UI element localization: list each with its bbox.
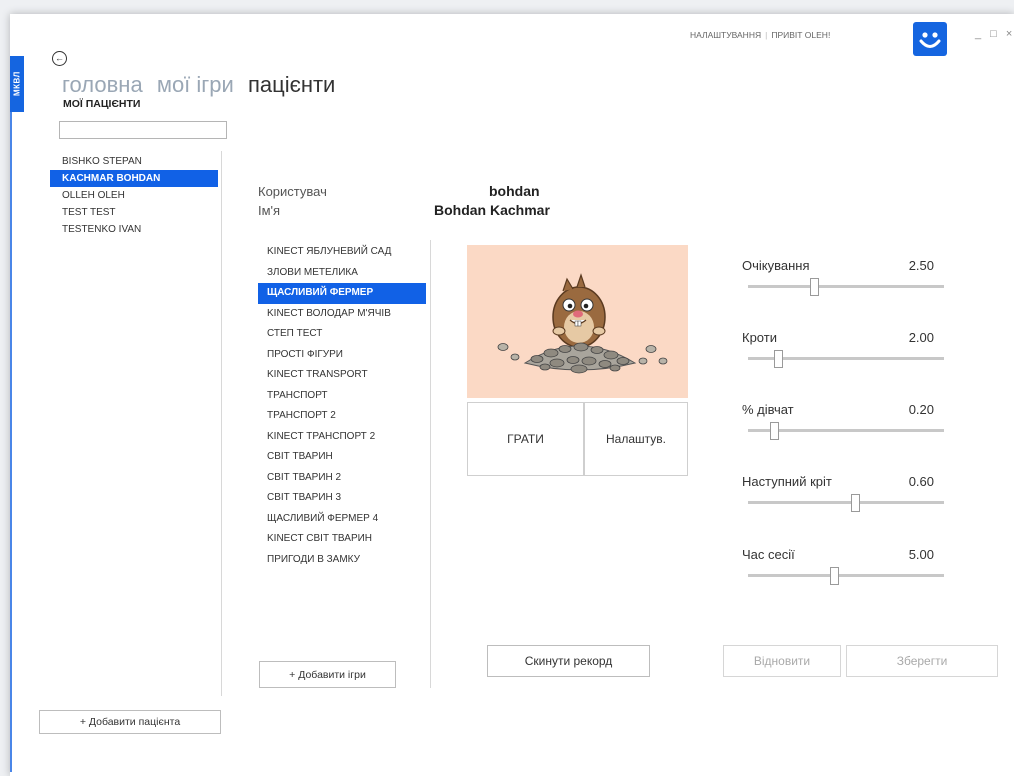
- patient-item[interactable]: TEST TEST: [50, 204, 218, 221]
- param-label: Час сесії: [742, 547, 795, 562]
- back-arrow-icon[interactable]: ←: [52, 51, 67, 66]
- app-window: МКВЛ НАЛАШТУВАННЯ | ПРИВІТ OLEH! _ □ × ← г…: [10, 14, 1014, 776]
- add-patient-button[interactable]: + Добавити пацієнта: [39, 710, 221, 734]
- games-divider: [430, 240, 431, 688]
- greeting-text: ПРИВІТ OLEH!: [771, 30, 831, 40]
- nav-my-games[interactable]: мої ігри: [157, 72, 234, 97]
- name-value: Bohdan Kachmar: [434, 202, 550, 218]
- param-waiting: Очікування 2.50: [742, 258, 946, 302]
- slider-track[interactable]: [748, 574, 944, 577]
- top-links: НАЛАШТУВАННЯ | ПРИВІТ OLEH!: [690, 30, 830, 40]
- reset-record-button[interactable]: Скинути рекорд: [487, 645, 650, 677]
- game-item[interactable]: СВІТ ТВАРИН 2: [258, 468, 426, 489]
- param-value: 0.60: [908, 474, 934, 489]
- param-label: Наступний кріт: [742, 474, 832, 489]
- save-button[interactable]: Зберегти: [846, 645, 998, 677]
- patient-list: BISHKO STEPAN KACHMAR BOHDAN OLLEH OLEH …: [50, 153, 218, 238]
- game-item[interactable]: KINECT ВОЛОДАР М'ЯЧІВ: [258, 304, 426, 325]
- patient-item-selected[interactable]: KACHMAR BOHDAN: [50, 170, 218, 187]
- slider-thumb[interactable]: [770, 422, 780, 440]
- game-item[interactable]: СВІТ ТВАРИН 3: [258, 488, 426, 509]
- main-nav: головна мої ігри пацієнти: [62, 72, 343, 98]
- slider-track[interactable]: [748, 285, 944, 288]
- patient-item[interactable]: BISHKO STEPAN: [50, 153, 218, 170]
- game-item[interactable]: KINECT TRANSPORT: [258, 365, 426, 386]
- slider-thumb[interactable]: [774, 350, 784, 368]
- top-links-separator: |: [765, 30, 768, 40]
- patient-search-input[interactable]: [59, 121, 227, 139]
- name-label: Ім'я: [258, 203, 281, 218]
- slider-track[interactable]: [748, 501, 944, 504]
- param-label: % дівчат: [742, 402, 794, 417]
- smiley-logo-icon: [913, 22, 947, 56]
- patient-item[interactable]: OLLEH OLEH: [50, 187, 218, 204]
- game-preview-image: [467, 245, 688, 398]
- game-item[interactable]: ПРОСТІ ФІГУРИ: [258, 345, 426, 366]
- param-label: Кроти: [742, 330, 777, 345]
- game-settings-button[interactable]: Налаштув.: [584, 402, 688, 476]
- game-item[interactable]: ЩАСЛИВИЙ ФЕРМЕР 4: [258, 509, 426, 530]
- patient-item[interactable]: TESTENKO IVAN: [50, 221, 218, 238]
- game-item[interactable]: СТЕП ТЕСТ: [258, 324, 426, 345]
- game-list: KINECT ЯБЛУНЕВИЙ САД ЗЛОВИ МЕТЕЛИКА ЩАСЛ…: [258, 242, 426, 570]
- param-session-time: Час сесії 5.00: [742, 547, 946, 591]
- param-moles: Кроти 2.00: [742, 330, 946, 374]
- play-button[interactable]: ГРАТИ: [467, 402, 584, 476]
- settings-link[interactable]: НАЛАШТУВАННЯ: [690, 30, 761, 40]
- game-item[interactable]: СВІТ ТВАРИН: [258, 447, 426, 468]
- slider-thumb[interactable]: [850, 494, 860, 512]
- param-value: 0.20: [908, 402, 934, 417]
- param-value: 5.00: [908, 547, 934, 562]
- param-next-mole: Наступний кріт 0.60: [742, 474, 946, 518]
- side-accent-line: [10, 112, 12, 772]
- user-label: Користувач: [258, 184, 327, 199]
- game-item[interactable]: KINECT ТРАНСПОРТ 2: [258, 427, 426, 448]
- nav-home[interactable]: головна: [62, 72, 143, 97]
- param-value: 2.50: [908, 258, 934, 273]
- param-girls-percent: % дівчат 0.20: [742, 402, 946, 446]
- game-item[interactable]: KINECT СВІТ ТВАРИН: [258, 529, 426, 550]
- patients-divider: [221, 151, 222, 696]
- game-item[interactable]: ТРАНСПОРТ: [258, 386, 426, 407]
- game-item-selected[interactable]: ЩАСЛИВИЙ ФЕРМЕР: [258, 283, 426, 304]
- side-tab[interactable]: МКВЛ: [10, 56, 24, 112]
- game-item[interactable]: ЗЛОВИ МЕТЕЛИКА: [258, 263, 426, 284]
- window-controls[interactable]: _ □ ×: [975, 28, 1014, 40]
- add-games-button[interactable]: + Добавити ігри: [259, 661, 396, 688]
- slider-thumb[interactable]: [830, 567, 840, 585]
- param-value: 2.00: [908, 330, 934, 345]
- user-value: bohdan: [489, 183, 540, 199]
- restore-button[interactable]: Відновити: [723, 645, 841, 677]
- game-item[interactable]: ПРИГОДИ В ЗАМКУ: [258, 550, 426, 571]
- patients-section-title: МОЇ ПАЦІЄНТИ: [63, 98, 141, 110]
- param-label: Очікування: [742, 258, 810, 273]
- game-item[interactable]: KINECT ЯБЛУНЕВИЙ САД: [258, 242, 426, 263]
- slider-thumb[interactable]: [809, 278, 819, 296]
- game-item[interactable]: ТРАНСПОРТ 2: [258, 406, 426, 427]
- nav-patients[interactable]: пацієнти: [248, 72, 335, 97]
